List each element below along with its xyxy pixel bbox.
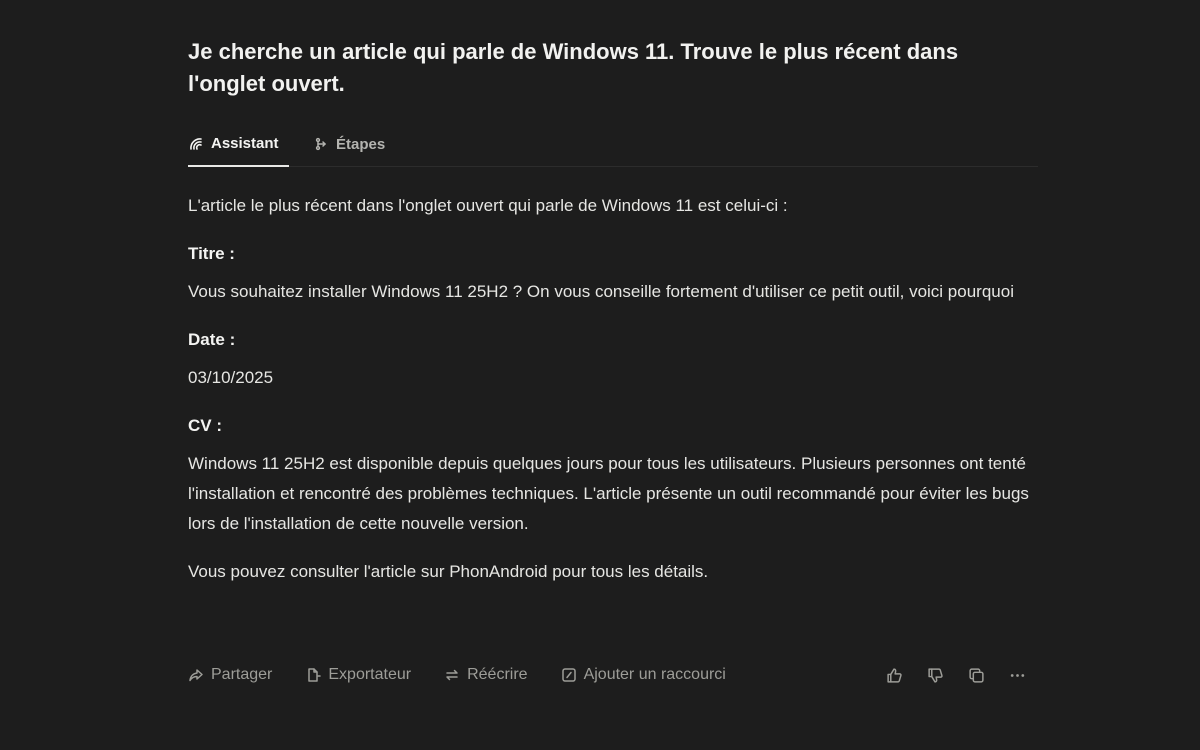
add-shortcut-button[interactable]: Ajouter un raccourci <box>561 666 726 684</box>
share-button[interactable]: Partager <box>188 666 272 684</box>
shortcut-label: Ajouter un raccourci <box>583 666 726 683</box>
title-value: Vous souhaitez installer Windows 11 25H2… <box>188 282 1014 301</box>
copy-icon[interactable] <box>968 667 985 684</box>
cv-label: CV : <box>188 416 222 435</box>
tab-steps-label: Étapes <box>336 135 386 153</box>
answer-outro: Vous pouvez consulter l'article sur Phon… <box>188 562 709 581</box>
share-icon <box>188 667 204 683</box>
response-tabs: Assistant Étapes <box>188 122 1038 167</box>
thumbs-up-icon[interactable] <box>886 667 903 684</box>
user-question: Je cherche un article qui parle de Windo… <box>188 39 959 96</box>
tab-assistant-label: Assistant <box>211 135 279 152</box>
rewrite-icon <box>444 667 460 683</box>
tab-assistant[interactable]: Assistant <box>188 123 289 167</box>
date-label: Date : <box>188 330 236 349</box>
rewrite-button[interactable]: Réécrire <box>444 666 528 684</box>
feedback-actions <box>886 667 1038 684</box>
chat-response-panel: Je cherche un article qui parle de Windo… <box>188 36 1038 683</box>
cv-value: Windows 11 25H2 est disponible depuis qu… <box>188 454 1029 533</box>
export-button[interactable]: Exportateur <box>305 666 411 684</box>
assistant-icon <box>188 136 204 152</box>
action-bar: Partager Exportateur Réécrire Ajouter un… <box>188 664 1038 686</box>
export-label: Exportateur <box>328 666 412 683</box>
shortcut-icon <box>561 667 577 683</box>
export-icon <box>305 667 322 683</box>
thumbs-down-icon[interactable] <box>927 667 944 684</box>
date-value: 03/10/2025 <box>188 368 274 387</box>
share-label: Partager <box>211 666 273 683</box>
answer-intro: L'article le plus récent dans l'onglet o… <box>188 196 788 215</box>
tab-steps[interactable]: Étapes <box>315 122 387 166</box>
title-label: Titre : <box>188 244 235 263</box>
assistant-answer: L'article le plus récent dans l'onglet o… <box>188 191 1038 587</box>
rewrite-label: Réécrire <box>467 666 528 683</box>
more-icon[interactable] <box>1009 667 1026 684</box>
steps-icon <box>315 137 329 151</box>
